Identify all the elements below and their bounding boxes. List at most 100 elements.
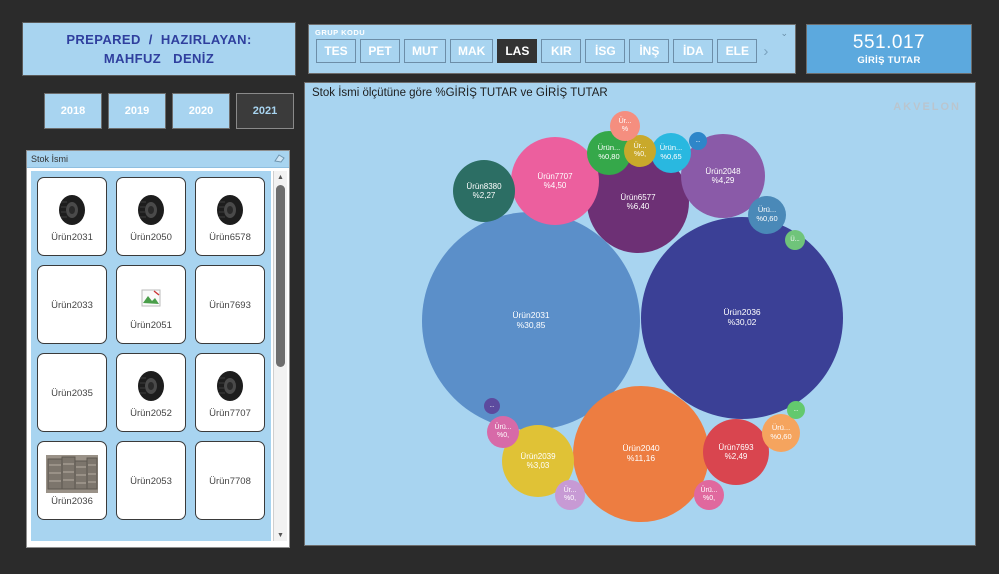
product-tile-Ürün7707[interactable]: Ürün7707 xyxy=(195,353,265,432)
product-slicer: Stok İsmi Ürün2031 Ürün2050 Ürün6578 Ürün20… xyxy=(26,150,290,548)
group-button-MUT[interactable]: MUT xyxy=(404,39,446,63)
bubble-Ürün-green-tiny-bottom[interactable]: ... xyxy=(787,401,805,419)
group-slicer-label: GRUP KODU xyxy=(315,28,366,37)
eraser-icon[interactable] xyxy=(274,153,285,165)
bubble-Ürün-purple-dot-bottom[interactable]: ... xyxy=(484,398,500,414)
bubble-label: ... xyxy=(489,402,495,409)
bubble-value: %0, xyxy=(633,151,647,158)
bubble-label: Ür... xyxy=(563,486,577,494)
product-image-Ürün7707 xyxy=(213,366,247,406)
bubble-value: %0,60 xyxy=(756,214,778,223)
kpi-label: GİRİŞ TUTAR xyxy=(857,55,921,66)
group-button-LAS[interactable]: LAS xyxy=(497,39,538,63)
year-button-2021[interactable]: 2021 xyxy=(236,93,294,129)
dashboard-root: PREPARED / HAZIRLAYAN: MAHFUZ DENİZ 2018… xyxy=(0,0,999,574)
year-button-2018[interactable]: 2018 xyxy=(44,93,102,129)
product-tile-Ürün7708[interactable]: Ürün7708 xyxy=(195,441,265,520)
product-tile-Ürün7693[interactable]: Ürün7693 xyxy=(195,265,265,344)
chevron-down-icon[interactable]: ⌄ xyxy=(780,28,788,39)
product-tile-Ürün2052[interactable]: Ürün2052 xyxy=(116,353,186,432)
product-slicer-scrollbar[interactable]: ▲ ▼ xyxy=(273,171,287,541)
scrollbar-thumb[interactable] xyxy=(276,185,285,367)
bubble-Ürün-green-tiny-right[interactable]: Ü... xyxy=(785,230,805,250)
bubble-Ürün2040[interactable]: Ürün2040 %11,16 xyxy=(573,386,709,522)
group-button-İNŞ[interactable]: İNŞ xyxy=(629,39,670,63)
bubble-label: Ürün8380 xyxy=(466,181,502,191)
bubble-Ürün-peach-060[interactable]: Ürü... %0,60 xyxy=(762,414,800,452)
product-tile-label: Ürün7707 xyxy=(209,408,251,419)
bubble-label: Ürün7707 xyxy=(537,171,573,181)
bubble-Ürün-blue-dot-top[interactable]: ... xyxy=(689,132,707,150)
product-tile-label: Ürün6578 xyxy=(209,232,251,243)
scroll-up-icon[interactable]: ▲ xyxy=(274,171,287,183)
year-button-2019[interactable]: 2019 xyxy=(108,93,166,129)
product-tile-label: Ürün7693 xyxy=(209,300,251,311)
product-image-Ürün6578 xyxy=(213,190,247,230)
group-button-KIR[interactable]: KIR xyxy=(541,39,582,63)
bubble-label: Ürün2048 xyxy=(705,166,741,176)
group-code-slicer: GRUP KODU ⌄ TES PET MUT MAK LAS KIR İSG İNŞ İDA E… xyxy=(308,24,796,74)
bubble-Ürün2036[interactable]: Ürün2036 %30,02 xyxy=(641,217,843,419)
product-tile-list[interactable]: Ürün2031 Ürün2050 Ürün6578 Ürün2033 Ürün2051… xyxy=(31,171,271,541)
scroll-down-icon[interactable]: ▼ xyxy=(274,529,287,541)
group-button-İDA[interactable]: İDA xyxy=(673,39,714,63)
bubble-Ürün-steel-060[interactable]: Ürü... %0,60 xyxy=(748,196,786,234)
product-tile-label: Ürün2035 xyxy=(51,388,93,399)
bubble-Ürün-lilac-bottom[interactable]: Ür... %0, xyxy=(555,480,585,510)
product-tile-Ürün2031[interactable]: Ürün2031 xyxy=(37,177,107,256)
bubble-value: %2,27 xyxy=(472,191,496,200)
kpi-value: 551.017 xyxy=(852,32,926,53)
bubble-plot-area[interactable]: Ürün2031 %30,85 Ürün2036 %30,02 Ürün2040 %11,… xyxy=(305,103,975,545)
bubble-Ürün-cyan-065[interactable]: Ürün... %0,65 xyxy=(651,133,691,173)
product-slicer-title: Stok İsmi xyxy=(31,154,69,164)
bubble-chart-card: Stok İsmi ölçütüne göre %GİRİŞ TUTAR ve … xyxy=(304,82,976,546)
product-tile-label: Ürün2053 xyxy=(130,476,172,487)
product-tile-Ürün2035[interactable]: Ürün2035 xyxy=(37,353,107,432)
bubble-value: %0, xyxy=(702,495,716,502)
bubble-value: %2,49 xyxy=(724,452,748,461)
group-button-PET[interactable]: PET xyxy=(360,39,400,63)
bubble-Ürün8380[interactable]: Ürün8380 %2,27 xyxy=(453,160,515,222)
year-button-2020[interactable]: 2020 xyxy=(172,93,230,129)
bubble-Ürün-pink-left[interactable]: Ürü... %0, xyxy=(487,416,519,448)
page-title-line2: MAHFUZ DENİZ xyxy=(103,51,215,66)
bubble-value: % xyxy=(621,126,629,133)
product-image-Ürün2050 xyxy=(134,190,168,230)
product-tile-Ürün6578[interactable]: Ürün6578 xyxy=(195,177,265,256)
product-tile-Ürün2053[interactable]: Ürün2053 xyxy=(116,441,186,520)
bubble-Ürün7693[interactable]: Ürün7693 %2,49 xyxy=(703,419,769,485)
bubble-label: Ürün2039 xyxy=(520,451,556,461)
bubble-label: ... xyxy=(695,137,701,144)
bubble-label: Ürün6577 xyxy=(620,192,656,202)
bubble-value: %3,03 xyxy=(526,461,550,470)
bubble-value: %0, xyxy=(563,495,577,502)
chevron-right-icon[interactable]: › xyxy=(763,43,768,60)
group-button-ELE[interactable]: ELE xyxy=(717,39,758,63)
product-tile-Ürün2036[interactable]: Ürün2036 xyxy=(37,441,107,520)
bubble-Ürün-magenta-right[interactable]: Ürü... %0, xyxy=(694,480,724,510)
product-tile-label: Ürün2052 xyxy=(130,408,172,419)
bubble-value: %0,65 xyxy=(660,152,682,161)
product-tile-label: Ürün2036 xyxy=(51,496,93,507)
group-button-İSG[interactable]: İSG xyxy=(585,39,626,63)
bubble-value: %11,16 xyxy=(626,453,656,463)
product-tile-label: Ürün7708 xyxy=(209,476,251,487)
bubble-label: Ür... xyxy=(618,117,632,125)
page-title-line1: PREPARED / HAZIRLAYAN: xyxy=(66,32,252,47)
bubble-label: Ü... xyxy=(790,236,800,243)
bubble-label: Ürün7693 xyxy=(718,442,754,452)
group-button-TES[interactable]: TES xyxy=(316,39,356,63)
bubble-value: %30,02 xyxy=(727,317,757,327)
product-image-Ürün2036 xyxy=(46,454,98,494)
product-tile-Ürün2033[interactable]: Ürün2033 xyxy=(37,265,107,344)
chart-title: Stok İsmi ölçütüne göre %GİRİŞ TUTAR ve … xyxy=(312,87,608,99)
product-tile-label: Ürün2031 xyxy=(51,232,93,243)
product-tile-Ürün2051[interactable]: Ürün2051 xyxy=(116,265,186,344)
bubble-Ürün7707[interactable]: Ürün7707 %4,50 xyxy=(511,137,599,225)
group-button-MAK[interactable]: MAK xyxy=(450,39,494,63)
bubble-label: Ürü... xyxy=(494,423,512,431)
bubble-Ürün-salmon-top[interactable]: Ür...% xyxy=(610,111,640,141)
bubble-label: Ürü... xyxy=(700,486,718,494)
product-tile-Ürün2050[interactable]: Ürün2050 xyxy=(116,177,186,256)
kpi-card-giris-tutar[interactable]: 551.017 GİRİŞ TUTAR xyxy=(806,24,972,74)
